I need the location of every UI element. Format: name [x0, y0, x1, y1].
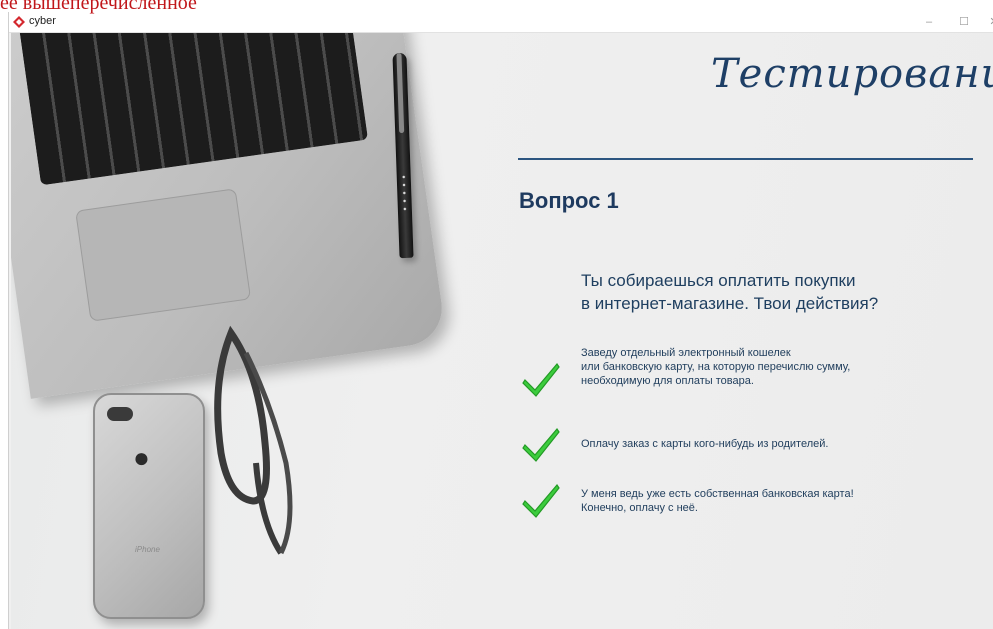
question-number: Вопрос 1: [519, 188, 619, 213]
answer-text-line: У меня ведь уже есть собственная банковс…: [581, 488, 854, 500]
phone-camera: [107, 407, 133, 421]
quiz-stage: ● iPhone Тестирование Вопрос 1 Ты собира…: [11, 33, 993, 629]
answer-text-line: необходимую для оплаты товара.: [581, 375, 754, 387]
cropped-caption: ее вышеперечисленное: [0, 0, 197, 14]
answer-text[interactable]: Оплачу заказ с карты кого-нибудь из роди…: [581, 437, 828, 451]
maximize-button[interactable]: ☐: [949, 12, 979, 32]
keyboard-illustration: [18, 33, 369, 186]
trackpad-illustration: [75, 188, 252, 322]
screen: ее вышеперечисленное cyber – ☐ ✕: [0, 0, 993, 629]
glasses-illustration: [214, 325, 293, 555]
apple-logo-icon: ●: [133, 442, 150, 473]
phone-illustration: ● iPhone: [93, 393, 205, 619]
checkmark-icon[interactable]: [521, 358, 561, 398]
answer-option-2[interactable]: Оплачу заказ с карты кого-нибудь из роди…: [521, 423, 971, 463]
answer-text-line: Оплачу заказ с карты кого-нибудь из роди…: [581, 438, 829, 450]
close-button[interactable]: ✕: [979, 12, 993, 32]
answer-option-1[interactable]: Заведу отдельный электронный кошелек или…: [521, 346, 971, 398]
checkmark-icon[interactable]: [521, 423, 561, 463]
minimize-button[interactable]: –: [914, 12, 944, 32]
answer-text-line: Конечно, оплачу с неё.: [581, 502, 698, 514]
answer-text[interactable]: Заведу отдельный электронный кошелек или…: [581, 346, 850, 388]
question-text: Ты собираешься оплатить покупки в интерн…: [581, 269, 971, 315]
cyber-app-icon: [13, 16, 25, 28]
checkmark-icon[interactable]: [521, 479, 561, 519]
title-bar[interactable]: cyber – ☐ ✕: [9, 12, 993, 33]
question-text-line: Ты собираешься оплатить покупки: [581, 271, 856, 290]
phone-brand-text: iPhone: [135, 545, 160, 554]
answer-text[interactable]: У меня ведь уже есть собственная банковс…: [581, 487, 854, 515]
window-title: cyber: [29, 15, 56, 27]
title-divider: [518, 158, 973, 160]
page-title: Тестирование: [711, 51, 993, 97]
answer-text-line: или банковскую карту, на которую перечис…: [581, 361, 851, 373]
question-text-line: в интернет-магазине. Твои действия?: [581, 294, 879, 313]
app-window: cyber – ☐ ✕ ● iPhone: [8, 12, 993, 629]
answer-text-line: Заведу отдельный электронный кошелек: [581, 347, 791, 359]
answer-option-3[interactable]: У меня ведь уже есть собственная банковс…: [521, 471, 971, 521]
